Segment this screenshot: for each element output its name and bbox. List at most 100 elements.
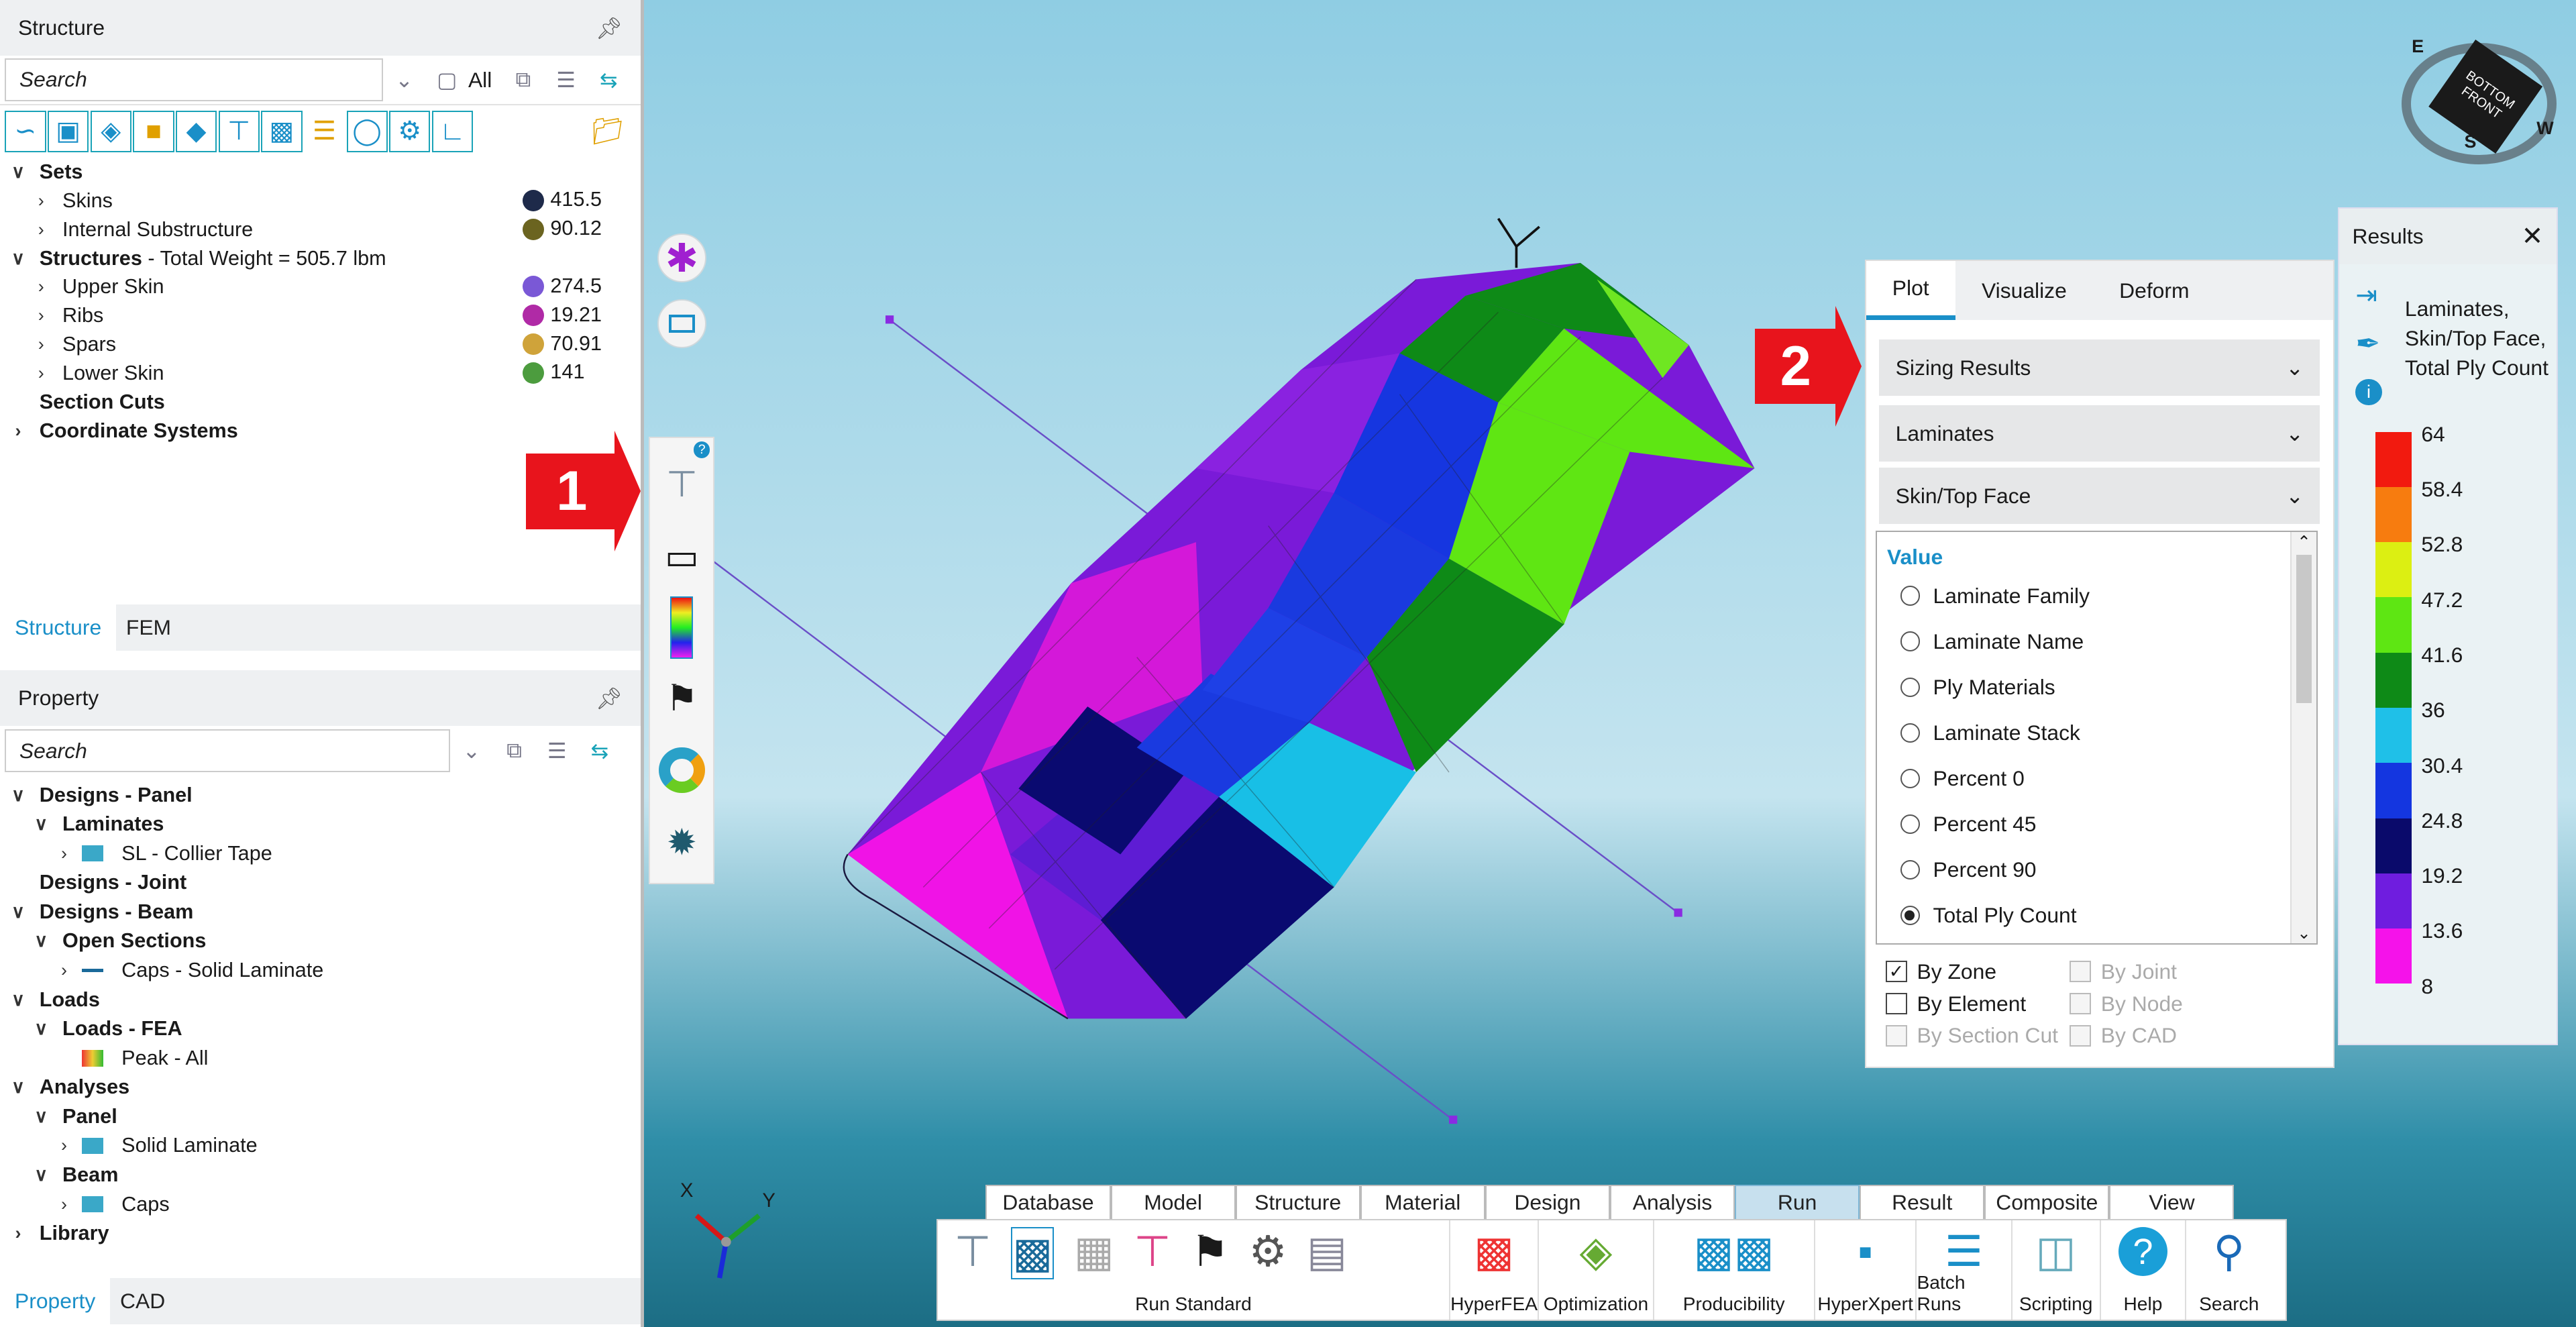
collapse-icon[interactable]: ∨ (30, 1106, 52, 1127)
checkbox-option[interactable]: ✓ By Zone (1885, 959, 1996, 984)
value-option[interactable]: Percent 90 (1877, 847, 2316, 893)
radio-button[interactable] (1900, 631, 1920, 651)
chevron-down-icon[interactable]: ⌄ (450, 738, 493, 763)
property-search-input[interactable]: Search (5, 729, 451, 773)
expand-icon[interactable]: › (30, 363, 52, 384)
gear-run-icon[interactable]: ⚙ (1249, 1227, 1287, 1279)
collapse-icon[interactable]: ∨ (30, 931, 52, 951)
tree-item[interactable]: › Spars 70.91 (0, 330, 641, 359)
radio-button[interactable] (1900, 723, 1920, 743)
tree-item[interactable]: ∨ Loads - FEA (0, 1014, 641, 1044)
help-group[interactable]: ? Help (2101, 1220, 2187, 1320)
ribbon-tab[interactable]: Structure (1235, 1184, 1360, 1220)
scripting-group[interactable]: ◫ Scripting (2012, 1220, 2101, 1320)
tree-item[interactable]: Designs - Joint (0, 868, 641, 898)
expand-icon[interactable]: › (30, 305, 52, 326)
radio-button[interactable] (1900, 586, 1920, 606)
tree-item[interactable]: ∨ Loads (0, 985, 641, 1014)
radio-button[interactable] (1900, 905, 1920, 926)
ribbon-tab[interactable]: Model (1110, 1184, 1236, 1220)
value-option[interactable]: Laminate Stack (1877, 710, 2316, 755)
tree-item[interactable]: ∨ Beam (0, 1161, 641, 1190)
radio-button[interactable] (1900, 859, 1920, 880)
scroll-down-icon[interactable]: ⌄ (2292, 923, 2316, 943)
tab-structure[interactable]: Structure (0, 604, 117, 651)
database-icon[interactable]: ▤ (1307, 1227, 1347, 1279)
folder-add-icon[interactable]: 📁︎ (591, 116, 625, 147)
pin-icon[interactable]: 📌︎ (596, 686, 623, 711)
collapse-icon[interactable]: ∨ (30, 814, 52, 835)
laminates-dropdown[interactable]: Laminates ⌄ (1879, 405, 2320, 462)
pen-icon[interactable]: ✒ (2355, 327, 2380, 361)
solid-icon[interactable]: ▣ (48, 111, 89, 152)
tree-item[interactable]: › Coordinate Systems (0, 417, 641, 445)
tree-item[interactable]: › Lower Skin 141 (0, 359, 641, 388)
radio-button[interactable] (1900, 814, 1920, 835)
expand-icon[interactable]: › (52, 1194, 75, 1215)
tree-item[interactable]: ∨ Designs - Beam (0, 898, 641, 927)
tab-visualize[interactable]: Visualize (1955, 261, 2093, 320)
skin-top-face-dropdown[interactable]: Skin/Top Face ⌄ (1879, 468, 2320, 524)
checkered-flag-icon[interactable]: ⚑ (650, 661, 713, 734)
checkered-flag-icon[interactable]: ⚑ (1191, 1227, 1229, 1279)
help-icon[interactable]: ? (693, 441, 710, 458)
optimization-group[interactable]: ◈ Optimization (1539, 1220, 1654, 1320)
color-scale-icon[interactable] (669, 596, 693, 659)
run-beam-icon[interactable]: ⊤ (650, 448, 713, 521)
tree-item[interactable]: › Caps (0, 1189, 641, 1219)
collapse-icon[interactable]: ∨ (7, 990, 30, 1010)
expand-icon[interactable]: › (30, 276, 52, 297)
beam-icon[interactable]: ⊤ (218, 111, 260, 152)
expand-icon[interactable]: › (52, 960, 75, 981)
pin-icon[interactable]: 📌︎ (596, 15, 623, 41)
filter-all-label[interactable]: All (468, 68, 492, 93)
checkbox[interactable]: ✓ (1885, 961, 1907, 983)
checkbox[interactable] (1885, 993, 1907, 1014)
expand-icon[interactable]: › (7, 1223, 30, 1244)
collapse-icon[interactable]: ∨ (7, 1077, 30, 1098)
tree-item[interactable]: ∨ Structures - Total Weight = 505.7 lbm (0, 244, 641, 273)
tree-item[interactable]: Section Cuts (0, 388, 641, 417)
expand-icon[interactable]: › (7, 421, 30, 441)
ribbon-tab[interactable]: Design (1485, 1184, 1610, 1220)
hierarchy-icon[interactable]: ☰ (535, 738, 578, 763)
hyperfea-group[interactable]: ▩ HyperFEA (1450, 1220, 1540, 1320)
tab-property[interactable]: Property (0, 1278, 111, 1324)
scroll-thumb[interactable] (2296, 555, 2312, 703)
view-cube[interactable]: BOTTOM FRONT E S W (2399, 33, 2560, 164)
ribbon-tab[interactable]: Material (1360, 1184, 1485, 1220)
tree-item[interactable]: › Ribs 19.21 (0, 301, 641, 330)
tree-item[interactable]: Peak - All (0, 1043, 641, 1073)
collapse-icon[interactable]: ∨ (30, 1165, 52, 1185)
tree-item[interactable]: › Caps - Solid Laminate (0, 956, 641, 986)
batch-runs-group[interactable]: ☰ Batch Runs (1917, 1220, 2012, 1320)
tab-fem[interactable]: FEM (116, 604, 186, 651)
asterisk-button[interactable]: ✱ (657, 233, 707, 283)
expand-icon[interactable]: › (52, 1135, 75, 1156)
info-icon[interactable]: i (2355, 379, 2382, 406)
bug-icon[interactable]: ✹ (650, 806, 713, 879)
node-icon[interactable]: ∽ (5, 111, 46, 152)
axis-icon[interactable]: ∟ (431, 111, 474, 152)
value-option[interactable]: Ply Materials (1877, 664, 2316, 710)
box-icon[interactable]: ▩ (261, 111, 303, 152)
structure-search-input[interactable]: Search (5, 58, 383, 101)
ribbon-tab[interactable]: Composite (1984, 1184, 2110, 1220)
glasses-icon[interactable]: ▭ (650, 521, 713, 593)
sync-icon[interactable]: ⇆ (587, 67, 630, 93)
close-icon[interactable]: ✕ (2522, 221, 2544, 252)
cube-filter-icon[interactable]: ▢ (425, 67, 468, 93)
chevron-down-icon[interactable]: ⌄ (383, 67, 426, 93)
collapse-icon[interactable]: ∨ (7, 248, 30, 269)
tree-item[interactable]: › SL - Collier Tape (0, 839, 641, 868)
value-option[interactable]: Laminate Family (1877, 573, 2316, 619)
tab-cad[interactable]: CAD (110, 1278, 180, 1324)
value-option[interactable]: Percent 45 (1877, 801, 2316, 847)
frame-button[interactable] (657, 299, 707, 349)
plate-icon[interactable]: ◈ (90, 111, 131, 152)
sizing-results-dropdown[interactable]: Sizing Results ⌄ (1879, 339, 2320, 396)
radio-button[interactable] (1900, 677, 1920, 697)
search-group[interactable]: ⚲ Search (2186, 1220, 2271, 1320)
run-check-icon[interactable]: ⊤ (1134, 1227, 1171, 1279)
tree-item[interactable]: ∨ Analyses (0, 1073, 641, 1102)
